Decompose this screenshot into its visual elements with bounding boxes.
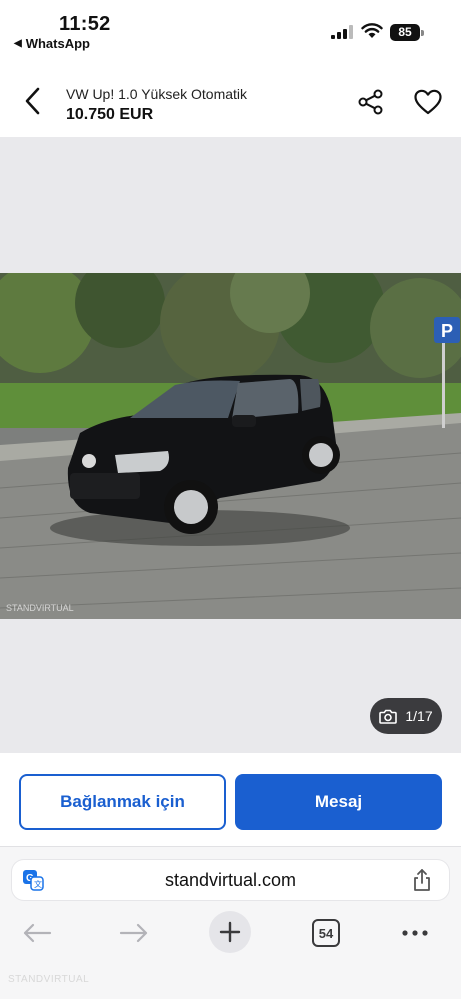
tab-count: 54 — [312, 919, 340, 947]
browser-toolbar: 54 — [0, 911, 461, 961]
svg-text:P: P — [441, 321, 453, 341]
photo-watermark: STANDVIRTUAL — [6, 603, 74, 613]
photo-counter[interactable]: 1/17 — [370, 698, 442, 734]
more-icon — [402, 930, 428, 936]
nav-back-icon — [23, 923, 52, 943]
contact-actions: Bağlanmak için Mesaj — [0, 754, 461, 846]
car-photo-illustration: P STANDVIRTUAL — [0, 273, 461, 619]
new-tab-button[interactable] — [209, 911, 251, 953]
back-triangle-icon: ◀ — [14, 38, 22, 49]
battery-level: 85 — [390, 24, 420, 41]
nav-forward-button[interactable] — [116, 911, 152, 955]
cellular-signal-icon — [331, 25, 353, 39]
status-bar: 11:52 ◀ WhatsApp 85 — [0, 0, 461, 60]
back-to-app-link[interactable]: ◀ WhatsApp — [14, 36, 90, 51]
url-domain: standvirtual.com — [164, 870, 297, 890]
back-app-label: WhatsApp — [25, 36, 90, 51]
listing-title: VW Up! 1.0 Yüksek Otomatik — [66, 86, 248, 102]
footer-watermark: STANDVIRTUAL — [8, 974, 90, 985]
plus-icon — [219, 921, 241, 943]
share-icon[interactable] — [357, 88, 385, 116]
nav-forward-icon — [119, 923, 148, 943]
listing-price: 10.750 EUR — [66, 106, 154, 123]
address-bar[interactable]: G 文 standvirtual.com — [12, 860, 449, 900]
tabs-button[interactable]: 54 — [311, 911, 341, 955]
listing-header: VW Up! 1.0 Yüksek Otomatik 10.750 EUR — [0, 72, 461, 136]
heart-icon[interactable] — [413, 88, 443, 116]
battery-indicator: 85 — [390, 24, 424, 41]
back-arrow-icon[interactable] — [20, 86, 46, 116]
photo-counter-label: 1/17 — [405, 708, 433, 724]
car-photo[interactable]: P STANDVIRTUAL — [0, 273, 461, 619]
wifi-icon — [361, 23, 383, 38]
more-menu-button[interactable] — [398, 911, 432, 955]
status-time: 11:52 — [59, 13, 111, 35]
nav-back-button[interactable] — [19, 911, 55, 955]
photo-gallery[interactable]: P STANDVIRTUAL 1/17 — [0, 137, 461, 753]
share-up-icon[interactable] — [412, 868, 432, 892]
camera-icon — [379, 709, 398, 724]
connect-button[interactable]: Bağlanmak için — [19, 774, 226, 830]
message-button[interactable]: Mesaj — [235, 774, 442, 830]
